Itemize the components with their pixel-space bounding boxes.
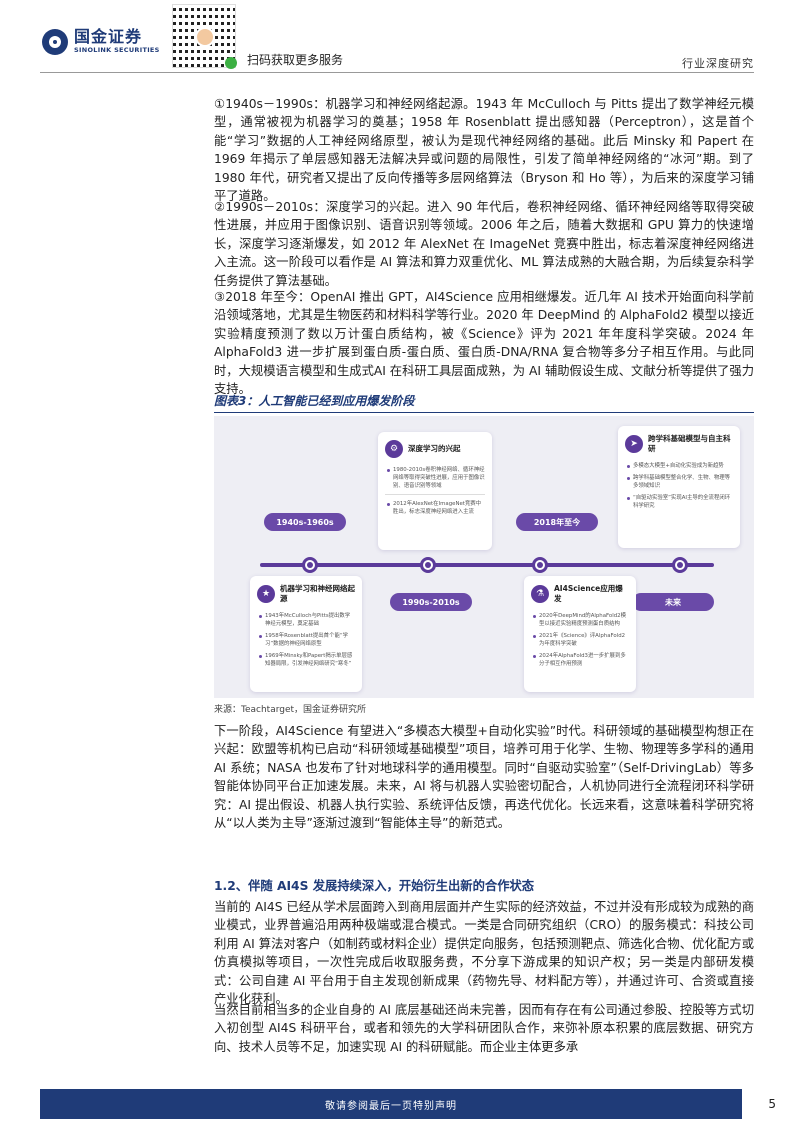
logo-cn-text: 国金证券: [74, 27, 143, 46]
card-deep-learning: ⚙ 深度学习的兴起 1980-2010s卷积神经网络、循环神经网络等取得突破性进…: [378, 432, 492, 550]
timeline-dot-3: [532, 557, 548, 573]
rocket-icon: ➤: [625, 435, 643, 453]
card-bullet: 2012年AlexNet在ImageNet竞赛中胜出，标志深度神经网络进入主流: [385, 500, 485, 516]
card-bullet: 多模态大模型+自动化实验成为新趋势: [625, 462, 733, 470]
header-divider: [40, 72, 754, 73]
timeline-figure: 1940s-1960s 1990s-2010s 2018年至今 未来 ★ 机器学…: [214, 416, 754, 698]
card-bullet: 1958年Rosenblatt提出首个能“学习”数据的神经网络原型: [257, 632, 355, 648]
card-foundation-models: ➤ 跨学科基础模型与自主科研 多模态大模型+自动化实验成为新趋势 跨学科基础模型…: [618, 426, 740, 548]
wechat-badge-icon: [225, 57, 237, 69]
card-bullet: 1969年Minsky和Papert揭示单层感知器局限，引发神经网络研究“寒冬”: [257, 652, 355, 668]
figure-source: 来源：Teachtarget，国金证券研究所: [214, 705, 367, 715]
pill-future: 未来: [632, 593, 714, 611]
section-heading: 1.2、伴随 AI4S 发展持续深入，开始衍生出新的合作状态: [214, 879, 535, 893]
card-title: 机器学习和神经网络起源: [280, 584, 355, 603]
card-ml-origin: ★ 机器学习和神经网络起源 1943年McCulloch与Pitts提出数学神经…: [250, 576, 362, 692]
card-bullet: 1980-2010s卷积神经网络、循环神经网络等取得突破性进展，应用于图像识别、…: [385, 466, 485, 490]
paragraph-1940s: ①1940s－1990s：机器学习和神经网络起源。1943 年 McCulloc…: [214, 97, 754, 204]
flask-icon: ⚗: [531, 585, 549, 603]
timeline-line: [260, 563, 714, 567]
card-bullet: 2024年AlphaFold3进一步扩展到多分子相互作用预测: [531, 652, 629, 668]
logo-en-text: SINOLINK SECURITIES: [74, 46, 160, 54]
figure-title: 图表3：人工智能已经到应用爆发阶段: [214, 392, 754, 413]
pill-1940s: 1940s-1960s: [264, 513, 346, 531]
card-bullet: 1943年McCulloch与Pitts提出数学神经元模型，奠定基础: [257, 612, 355, 628]
timeline-dot-4: [672, 557, 688, 573]
card-title: 跨学科基础模型与自主科研: [648, 434, 731, 453]
logo-mark-icon: [42, 28, 68, 55]
card-title: AI4Science应用爆发: [554, 584, 623, 603]
footer-disclaimer[interactable]: 敬请参阅最后一页特别声明: [40, 1097, 742, 1112]
pill-2018: 2018年至今: [516, 513, 598, 531]
qr-code-icon[interactable]: [172, 4, 237, 69]
scan-service-text: 扫码获取更多服务: [247, 53, 344, 67]
card-bullet: 2020年DeepMind的AlphaFold2模型以接近实验精度预测蛋白质结构: [531, 612, 629, 628]
page-header: 国金证券 SINOLINK SECURITIES 扫码获取更多服务 行业深度研究: [0, 0, 794, 80]
page-number: 5: [768, 1097, 776, 1111]
timeline-dot-1: [302, 557, 318, 573]
paragraph-2018: ③2018 年至今：OpenAI 推出 GPT，AI4Science 应用相继爆…: [214, 290, 754, 397]
document-type: 行业深度研究: [682, 57, 754, 70]
timeline-dot-2: [420, 557, 436, 573]
card-bullet: 跨学科基础模型整合化学、生物、物理等多领域知识: [625, 474, 733, 490]
card-title: 深度学习的兴起: [408, 444, 461, 453]
gear-icon: ⚙: [385, 440, 403, 458]
qr-center-avatar: [195, 27, 215, 47]
card-bullet: 2021年《Science》评AlphaFold2为年度科学突破: [531, 632, 629, 648]
paragraph-next-stage: 下一阶段，AI4Science 有望进入“多模态大模型+自动化实验”时代。科研领…: [214, 724, 754, 831]
paragraph-business-models: 当前的 AI4S 已经从学术层面跨入到商用层面并产生实际的经济效益，不过并没有形…: [214, 900, 754, 1007]
card-divider: [385, 494, 485, 495]
company-logo: 国金证券 SINOLINK SECURITIES: [42, 28, 160, 55]
pill-1990s: 1990s-2010s: [390, 593, 472, 611]
paragraph-partnerships: 当然目前相当多的企业自身的 AI 底层基础还尚未完善，因而有存在有公司通过参股、…: [214, 1003, 754, 1054]
lightbulb-icon: ★: [257, 585, 275, 603]
card-ai4science: ⚗ AI4Science应用爆发 2020年DeepMind的AlphaFold…: [524, 576, 636, 692]
paragraph-1990s: ②1990s－2010s：深度学习的兴起。进入 90 年代后，卷积神经网络、循环…: [214, 200, 754, 288]
card-bullet: “自驱动实验室”实现AI主导的全流程闭环科学研究: [625, 494, 733, 510]
